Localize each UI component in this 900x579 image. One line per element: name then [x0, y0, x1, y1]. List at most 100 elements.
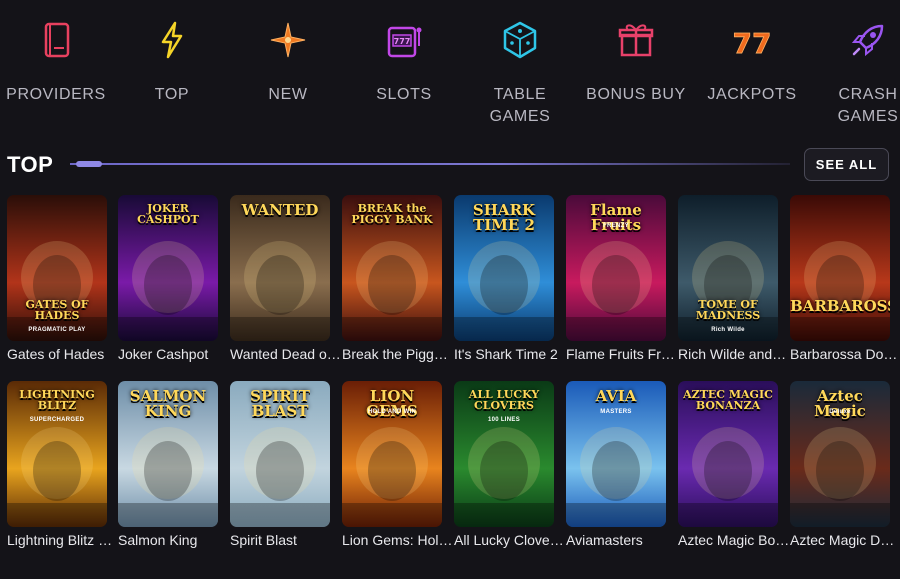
game-thumbnail[interactable]: AVIA MASTERS: [566, 381, 666, 527]
game-thumbnail[interactable]: TOME OF MADNESS Rich Wilde: [678, 195, 778, 341]
game-name[interactable]: Salmon King: [118, 532, 230, 548]
game-badge: Deluxe: [829, 409, 851, 415]
game-thumbnail[interactable]: ALL LUCKY CLOVERS 100 LINES: [454, 381, 554, 527]
game-logo-text: SHARK TIME 2: [472, 201, 536, 234]
game-name[interactable]: It's Shark Time 2: [454, 346, 566, 362]
game-tile[interactable]: AVIA MASTERS Aviamasters: [566, 381, 666, 548]
game-name[interactable]: Wanted Dead or a Wild: [230, 346, 342, 362]
game-logo-text: AZTEC MAGIC BONANZA: [683, 388, 773, 412]
game-badge: 100 LINES: [487, 417, 521, 423]
game-thumbnail[interactable]: BARBAROSSA: [790, 195, 890, 341]
game-badge: MASTERS: [600, 409, 632, 415]
game-logo-text: GATES OF HADES: [25, 298, 89, 322]
game-logo-text: ALL LUCKY CLOVERS: [468, 388, 540, 412]
category-label: NEW: [268, 86, 308, 103]
category-label: TOP: [154, 86, 190, 103]
game-name[interactable]: Gates of Hades: [7, 346, 119, 362]
sparkle-icon: [270, 22, 306, 58]
game-badge: HOLD AND WIN: [367, 409, 417, 415]
game-name[interactable]: Break the Piggy Bank: [342, 346, 454, 362]
section-divider: [70, 161, 790, 167]
category-slots[interactable]: 777 SLOTS: [346, 18, 462, 106]
game-thumbnail[interactable]: SALMON KING: [118, 381, 218, 527]
category-top[interactable]: TOP: [114, 18, 230, 106]
game-name[interactable]: Rich Wilde and the Tome of Madness: [678, 346, 790, 362]
category-nav: PROVIDERS TOP NEW 777 SLOTS TABLE GAMES …: [0, 0, 900, 130]
category-crash-games[interactable]: CRASH GAMES: [810, 18, 900, 128]
game-logo-text: WANTED: [241, 201, 319, 219]
game-name[interactable]: Barbarossa DoubleMax: [790, 346, 900, 362]
game-name[interactable]: Aztec Magic Deluxe: [790, 532, 900, 548]
category-table-games[interactable]: TABLE GAMES: [462, 18, 578, 128]
game-tile[interactable]: LION GEMSHOLD AND WIN Lion Gems: Hold and…: [342, 381, 454, 548]
category-bonus-buy[interactable]: BONUS BUY: [578, 18, 694, 106]
game-thumbnail[interactable]: GATES OF HADES PRAGMATIC PLAY: [7, 195, 107, 341]
category-label: PROVIDERS: [6, 86, 106, 103]
game-logo-text: SPIRIT BLAST: [250, 387, 310, 420]
game-logo-text: SALMON KING: [129, 387, 207, 420]
category-providers[interactable]: PROVIDERS: [0, 18, 114, 106]
category-label: TABLE GAMES: [489, 86, 551, 125]
game-badge: FRENZY: [603, 223, 629, 229]
svg-text:77: 77: [733, 27, 772, 60]
game-tile[interactable]: ALL LUCKY CLOVERS 100 LINES All Lucky Clov…: [454, 381, 566, 548]
game-tile[interactable]: JOKER CASHPOT Joker Cashpot: [118, 195, 218, 362]
section-title: TOP: [7, 152, 54, 177]
game-tile[interactable]: TOME OF MADNESS Rich Wilde Rich Wilde and …: [678, 195, 790, 362]
game-thumbnail[interactable]: Aztec Magic Deluxe: [790, 381, 890, 527]
game-tile[interactable]: Aztec MagicDeluxe Aztec Magic Deluxe: [790, 381, 900, 548]
game-thumbnail[interactable]: LION GEMS HOLD AND WIN: [342, 381, 442, 527]
game-thumbnail[interactable]: WANTED: [230, 195, 330, 341]
game-tile[interactable]: BARBAROSSA Barbarossa DoubleMax: [790, 195, 900, 362]
game-name[interactable]: Joker Cashpot: [118, 346, 230, 362]
game-logo-text: LIGHTNING BLITZ: [19, 388, 95, 412]
game-tile[interactable]: AZTEC MAGIC BONANZA Aztec Magic Bonanza: [678, 381, 790, 548]
game-logo-text: BREAK the PIGGY BANK: [351, 202, 433, 226]
game-tile[interactable]: BREAK the PIGGY BANK Break the Piggy Bank: [342, 195, 454, 362]
lightning-icon: [161, 21, 183, 59]
game-thumbnail[interactable]: SPIRIT BLAST: [230, 381, 330, 527]
game-name[interactable]: Lightning Blitz Supercharged: [7, 532, 119, 548]
category-new[interactable]: NEW: [230, 18, 346, 106]
game-name[interactable]: Lion Gems: Hold and Win: [342, 532, 454, 548]
game-thumbnail[interactable]: LIGHTNING BLITZ SUPERCHARGED: [7, 381, 107, 527]
game-name[interactable]: All Lucky Clovers 100: [454, 532, 566, 548]
game-logo-text: TOME OF MADNESS: [695, 298, 761, 322]
game-name[interactable]: Aztec Magic Bonanza: [678, 532, 790, 548]
game-logo-text: AVIA: [595, 387, 637, 405]
gift-icon: [618, 24, 654, 57]
svg-text:777: 777: [394, 37, 411, 46]
game-badge: PRAGMATIC PLAY: [28, 327, 86, 333]
game-thumbnail[interactable]: SHARK TIME 2: [454, 195, 554, 341]
category-label: CRASH GAMES: [837, 86, 899, 125]
game-thumbnail[interactable]: Flame Fruits FRENZY: [566, 195, 666, 341]
game-thumbnail[interactable]: BREAK the PIGGY BANK: [342, 195, 442, 341]
see-all-button[interactable]: SEE ALL: [804, 148, 889, 181]
game-thumbnail[interactable]: AZTEC MAGIC BONANZA: [678, 381, 778, 527]
game-thumbnail[interactable]: JOKER CASHPOT: [118, 195, 218, 341]
game-tile[interactable]: SPIRIT BLAST Spirit Blast: [230, 381, 330, 548]
dice-icon: [503, 21, 537, 59]
game-name[interactable]: Aviamasters: [566, 532, 678, 548]
category-label: JACKPOTS: [707, 86, 797, 103]
book-icon: [44, 22, 70, 58]
game-tile[interactable]: LIGHTNING BLITZ SUPERCHARGED Lightning Bli…: [7, 381, 119, 548]
game-logo-text: BARBAROSSA: [790, 297, 890, 315]
game-tile[interactable]: GATES OF HADES PRAGMATIC PLAY Gates of Had…: [7, 195, 107, 362]
game-tile[interactable]: WANTED Wanted Dead or a Wild: [230, 195, 342, 362]
game-name[interactable]: Spirit Blast: [230, 532, 342, 548]
seven-seven-icon: 77: [732, 27, 772, 61]
game-badge: Rich Wilde: [711, 327, 745, 333]
slot-machine-icon: 777: [387, 26, 422, 58]
game-badge: SUPERCHARGED: [29, 417, 85, 423]
rocket-icon: [851, 24, 884, 57]
category-label: SLOTS: [376, 86, 432, 103]
game-tile[interactable]: Flame FruitsFRENZY Flame Fruits Frenzy: [566, 195, 678, 362]
game-tile[interactable]: SALMON KING Salmon King: [118, 381, 218, 548]
game-tile[interactable]: SHARK TIME 2 It's Shark Time 2: [454, 195, 558, 362]
game-name[interactable]: Flame Fruits Frenzy: [566, 346, 678, 362]
divider-knob: [76, 161, 102, 167]
game-logo-text: JOKER CASHPOT: [137, 202, 199, 226]
category-label: BONUS BUY: [586, 86, 686, 103]
category-jackpots[interactable]: 77 JACKPOTS: [694, 18, 810, 106]
